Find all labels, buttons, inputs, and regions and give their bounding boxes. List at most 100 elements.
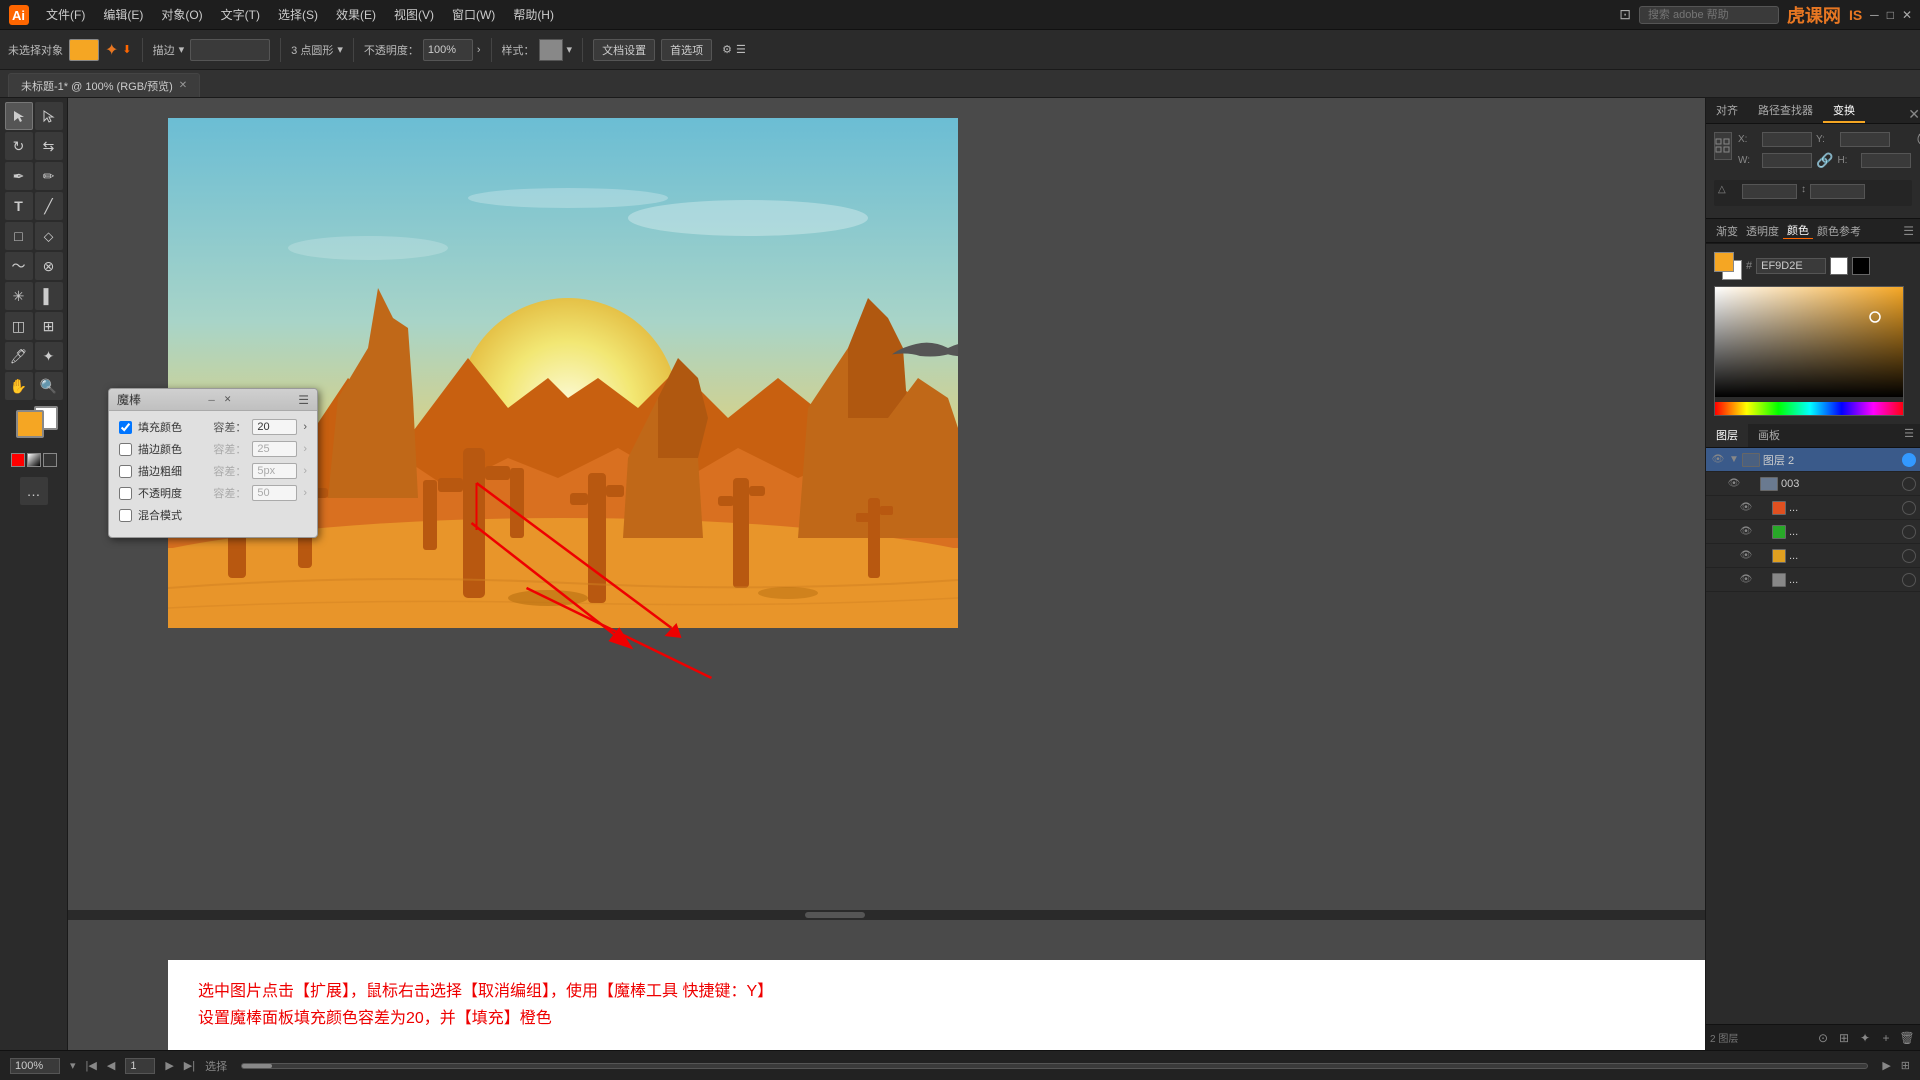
- fill-tolerance-input[interactable]: [252, 419, 297, 435]
- opacity-expand-icon[interactable]: ›: [477, 44, 481, 56]
- arrange-icon[interactable]: ☰: [736, 43, 746, 56]
- menu-file[interactable]: 文件(F): [38, 3, 93, 26]
- fill-expand-btn[interactable]: ›: [303, 421, 307, 433]
- tab-pathfinder[interactable]: 路径查找器: [1748, 99, 1823, 123]
- tab-document[interactable]: 未标题-1* @ 100% (RGB/预览) ✕: [8, 73, 200, 97]
- opacity-input-panel[interactable]: [252, 485, 297, 501]
- layer-add-btn[interactable]: ✦: [1856, 1029, 1874, 1047]
- blend-mode-checkbox[interactable]: [119, 509, 132, 522]
- canvas-area[interactable]: 魔棒 ─ ✕ ☰ 填充颜色 容差： › 描边: [68, 98, 1705, 1050]
- stroke-tolerance-input[interactable]: [252, 441, 297, 457]
- direct-selection-tool[interactable]: [35, 102, 63, 130]
- layer-trash-btn[interactable]: 🗑: [1898, 1029, 1916, 1047]
- line-tool[interactable]: ╱: [35, 192, 63, 220]
- panel-close-btn[interactable]: ✕: [222, 394, 234, 406]
- x-input[interactable]: [1762, 132, 1812, 147]
- color-panel-menu[interactable]: ☰: [1903, 224, 1914, 238]
- tab-align[interactable]: 对齐: [1706, 99, 1748, 123]
- y-input[interactable]: [1840, 132, 1890, 147]
- symbol-tool[interactable]: ✳: [5, 282, 33, 310]
- layer-item-layer2[interactable]: 👁 ▼ 图层 2: [1706, 448, 1920, 472]
- reflect-tool[interactable]: ⇆: [35, 132, 63, 160]
- column-chart[interactable]: ▌: [35, 282, 63, 310]
- preferences-btn[interactable]: 首选项: [661, 39, 712, 61]
- warp-tool[interactable]: 〜: [5, 252, 33, 280]
- menu-object[interactable]: 对象(O): [153, 3, 210, 26]
- layer-vis-btn-c1[interactable]: [1902, 501, 1916, 515]
- fill-color-checkbox[interactable]: [119, 421, 132, 434]
- window-maximize[interactable]: □: [1887, 8, 1894, 22]
- extra-tool[interactable]: …: [20, 477, 48, 505]
- w-input[interactable]: [1762, 153, 1812, 168]
- tab-color-ref[interactable]: 颜色参考: [1813, 223, 1865, 239]
- tab-close-icon[interactable]: ✕: [179, 80, 187, 91]
- tab-layers[interactable]: 图层: [1706, 424, 1748, 447]
- eye-icon-c3[interactable]: 👁: [1738, 548, 1754, 564]
- layer-item-color3[interactable]: 👁 ...: [1706, 544, 1920, 568]
- stroke-color-checkbox[interactable]: [119, 443, 132, 456]
- canvas-hscroll[interactable]: [68, 910, 1705, 920]
- layer-item-003[interactable]: 👁 003: [1706, 472, 1920, 496]
- eye-icon-c2[interactable]: 👁: [1738, 524, 1754, 540]
- foreground-color-swatch[interactable]: [16, 410, 44, 438]
- nav-last-btn[interactable]: ▶|: [184, 1059, 195, 1072]
- brush-preview[interactable]: [190, 39, 270, 61]
- stroke-weight-checkbox[interactable]: [119, 465, 132, 478]
- layer-new-btn[interactable]: +: [1877, 1029, 1895, 1047]
- magic-wand-tool[interactable]: ✦: [35, 342, 63, 370]
- menu-select[interactable]: 选择(S): [270, 3, 326, 26]
- fill-color-swatch[interactable]: [69, 39, 99, 61]
- page-number-input[interactable]: [125, 1058, 155, 1074]
- hscroll-bar[interactable]: [241, 1063, 1868, 1069]
- gradient-tool[interactable]: ◫: [5, 312, 33, 340]
- stroke-weight-expand[interactable]: ›: [303, 465, 307, 477]
- menu-view[interactable]: 视图(V): [386, 3, 442, 26]
- tab-artboards[interactable]: 画板: [1748, 424, 1790, 447]
- layer-locate-btn[interactable]: ⊙: [1814, 1029, 1832, 1047]
- layer-vis-btn-c4[interactable]: [1902, 573, 1916, 587]
- eye-icon-c1[interactable]: 👁: [1738, 500, 1754, 516]
- eye-icon-c4[interactable]: 👁: [1738, 572, 1754, 588]
- eye-icon-003[interactable]: 👁: [1726, 476, 1742, 492]
- expand-icon[interactable]: ⚙: [722, 43, 732, 56]
- selection-tool[interactable]: [5, 102, 33, 130]
- none-swatch[interactable]: ⊘: [11, 453, 25, 467]
- menu-edit[interactable]: 编辑(E): [95, 3, 151, 26]
- opacity-checkbox[interactable]: [119, 487, 132, 500]
- opacity-expand[interactable]: ›: [303, 487, 307, 499]
- stroke-expand-btn[interactable]: ›: [303, 443, 307, 455]
- eyedropper-tool[interactable]: 🖊: [5, 342, 33, 370]
- window-minimize[interactable]: ─: [1870, 8, 1879, 22]
- opacity-input[interactable]: [423, 39, 473, 61]
- nav-prev-btn[interactable]: ◀: [107, 1059, 115, 1072]
- stroke-weight-input[interactable]: [252, 463, 297, 479]
- nav-first-btn[interactable]: |◀: [86, 1059, 97, 1072]
- layer-item-color1[interactable]: 👁 ...: [1706, 496, 1920, 520]
- layer-vis-btn-layer2[interactable]: [1902, 453, 1916, 467]
- layer-item-color4[interactable]: 👁 ...: [1706, 568, 1920, 592]
- menu-window[interactable]: 窗口(W): [444, 3, 503, 26]
- color-picker-gradient[interactable]: [1714, 286, 1904, 416]
- link-icon[interactable]: 🔗: [1816, 152, 1833, 169]
- style-swatch[interactable]: [539, 39, 563, 61]
- pencil-tool[interactable]: ✏: [35, 162, 63, 190]
- layer-new-artboard-btn[interactable]: ⊞: [1835, 1029, 1853, 1047]
- tab-transform[interactable]: 变换: [1823, 99, 1865, 123]
- menu-text[interactable]: 文字(T): [213, 3, 268, 26]
- layer-vis-btn-c2[interactable]: [1902, 525, 1916, 539]
- eye-icon-layer2[interactable]: 👁: [1710, 452, 1726, 468]
- chevron-down-icon-zoom[interactable]: ▾: [70, 1059, 76, 1072]
- shear-input[interactable]: [1810, 184, 1865, 199]
- text-tool[interactable]: T: [5, 192, 33, 220]
- white-color-block[interactable]: [1830, 257, 1848, 275]
- expand-arrow-layer2[interactable]: ▼: [1729, 454, 1739, 465]
- zoom-input[interactable]: [10, 1058, 60, 1074]
- rect-tool[interactable]: □: [5, 222, 33, 250]
- maximize-icon[interactable]: ⊡: [1619, 6, 1631, 23]
- gradient-swatch[interactable]: [27, 453, 41, 467]
- panel-minimize-btn[interactable]: ─: [206, 394, 218, 406]
- blend-tool[interactable]: ⊗: [35, 252, 63, 280]
- menu-help[interactable]: 帮助(H): [505, 3, 562, 26]
- tab-gradient[interactable]: 渐变: [1712, 223, 1742, 239]
- color-fg-swatch-small[interactable]: [1714, 252, 1734, 272]
